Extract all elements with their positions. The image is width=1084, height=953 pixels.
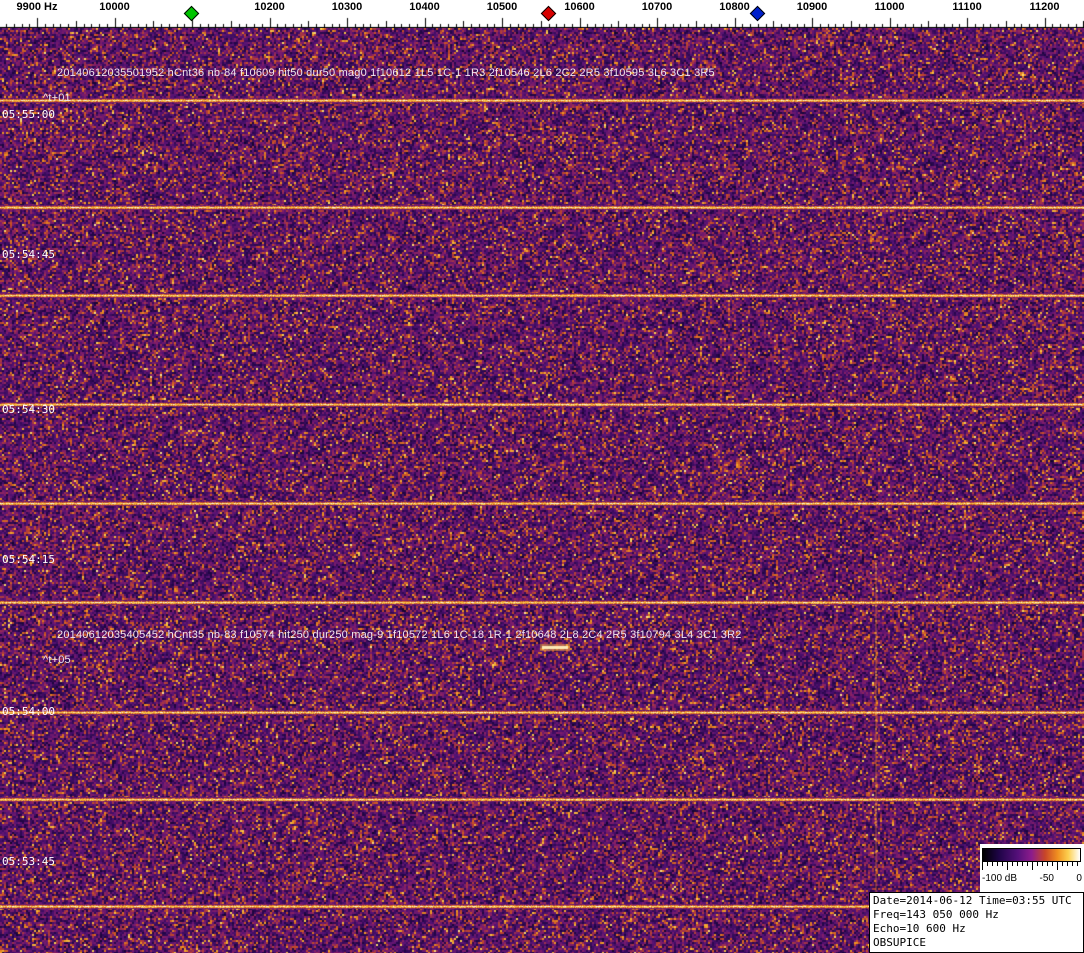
freq-tick-label: 9900 Hz <box>17 1 58 13</box>
colorscale-max-label: 0 <box>1076 873 1082 884</box>
freq-tick-label: 10300 <box>332 1 363 13</box>
freq-tick-label: 10200 <box>254 1 285 13</box>
colorscale-gradient-bar <box>982 848 1081 862</box>
freq-tick-label: 10700 <box>642 1 673 13</box>
intensity-colorscale: -100 dB -50 0 <box>980 844 1084 892</box>
info-line-freq: Freq=143 050 000 Hz <box>873 908 1080 922</box>
colorscale-ruler <box>982 862 1081 870</box>
info-line-echo: Echo=10 600 Hz <box>873 922 1080 936</box>
colorscale-mid-label: -50 <box>1040 873 1054 884</box>
colorscale-labels: -100 dB -50 0 <box>980 873 1084 884</box>
colorscale-min-label: -100 dB <box>982 873 1017 884</box>
freq-tick-label: 11200 <box>1030 1 1060 13</box>
spectrogram-waterfall[interactable] <box>0 28 1084 953</box>
freq-tick-label: 11100 <box>952 1 981 13</box>
info-panel: Date=2014-06-12 Time=03:55 UTC Freq=143 … <box>869 892 1084 953</box>
frequency-axis: 9900 Hz 10000 10200 10300 10400 10500 10600 107… <box>0 0 1084 28</box>
freq-tick-label: 10500 <box>487 1 518 13</box>
freq-tick-label: 10800 <box>719 1 750 13</box>
info-line-date: Date=2014-06-12 Time=03:55 UTC <box>873 894 1080 908</box>
freq-tick-label: 10000 <box>99 1 130 13</box>
spectrogram-app: 9900 Hz 10000 10200 10300 10400 10500 10600 107… <box>0 0 1084 953</box>
freq-tick-label: 10400 <box>409 1 440 13</box>
freq-tick-label: 11000 <box>875 1 905 13</box>
freq-tick-label: 10900 <box>797 1 828 13</box>
freq-tick-label: 10600 <box>564 1 595 13</box>
info-line-station: OBSUPICE <box>873 936 1080 950</box>
